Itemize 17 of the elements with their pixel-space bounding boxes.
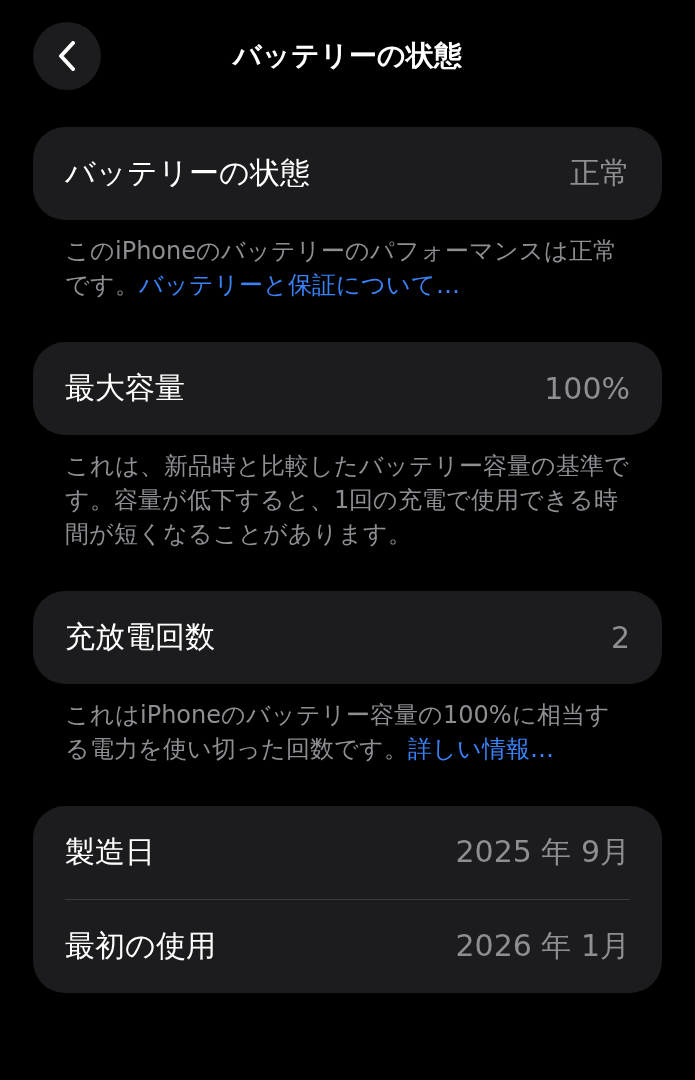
footer-note: このiPhoneのバッテリーのパフォーマンスは正常です。バッテリーと保証について…	[65, 236, 618, 301]
row-label: 充放電回数	[65, 618, 215, 656]
info-link[interactable]: バッテリーと保証について…	[139, 271, 460, 299]
page-title: バッテリーの状態	[233, 38, 462, 74]
info-link[interactable]: 詳しい情報…	[408, 735, 554, 763]
row-label: 製造日	[65, 833, 155, 871]
row-label: 最初の使用	[65, 927, 216, 965]
row-value: 2026 年 1月	[455, 927, 630, 965]
row-value: 2025 年 9月	[455, 833, 630, 871]
row-value: 正常	[570, 154, 630, 192]
chevron-left-icon	[58, 41, 76, 71]
row-label: 最大容量	[65, 369, 185, 407]
footer-note: これは、新品時と比較したバッテリー容量の基準です。容量が低下すると、1回の充電で使用できる時間が短くなることがあります。	[65, 451, 630, 550]
row-value: 100%	[544, 371, 630, 406]
row-label: バッテリーの状態	[65, 154, 310, 192]
footer-note: これはiPhoneのバッテリー容量の100%に相当する電力を使い切った回数です。詳しい情報…	[65, 700, 611, 765]
row-value: 2	[610, 620, 630, 655]
